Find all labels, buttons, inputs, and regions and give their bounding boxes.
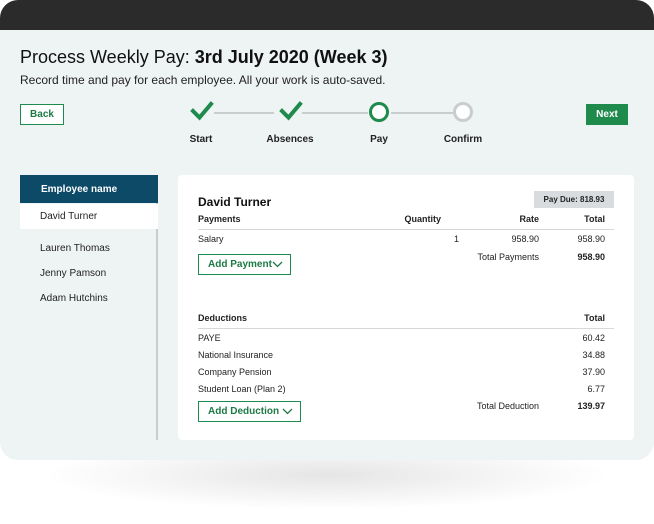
payment-total: 958.90 — [577, 234, 605, 244]
step-label-confirm[interactable]: Confirm — [423, 134, 503, 145]
deduction-item: Student Loan (Plan 2) — [198, 384, 286, 394]
sidebar-item-lauren-thomas[interactable]: Lauren Thomas — [20, 236, 158, 261]
next-button[interactable]: Next — [586, 104, 628, 125]
step-pay-current-icon[interactable] — [369, 102, 389, 122]
pay-due-badge: Pay Due: 818.93 — [534, 191, 614, 208]
deduction-item: National Insurance — [198, 350, 274, 360]
total-payments-label: Total Payments — [477, 252, 539, 262]
employee-name: David Turner — [198, 195, 272, 209]
total-payments-value: 958.90 — [577, 252, 605, 262]
rate-header: Rate — [519, 214, 539, 224]
payment-rate: 958.90 — [511, 234, 539, 244]
deduction-total: 34.88 — [582, 350, 605, 360]
deductions-divider — [198, 328, 614, 329]
add-deduction-button[interactable]: Add Deduction — [198, 401, 301, 422]
deduction-total: 6.77 — [587, 384, 605, 394]
sidebar-item-david-turner[interactable]: David Turner — [20, 204, 158, 229]
chevron-down-icon — [272, 261, 283, 268]
step-confirm-pending-icon[interactable] — [453, 102, 473, 122]
chevron-down-icon — [282, 408, 293, 415]
deduction-item: PAYE — [198, 333, 221, 343]
step-label-absences[interactable]: Absences — [250, 134, 330, 145]
sidebar-header: Employee name — [20, 175, 158, 203]
add-payment-label: Add Payment — [208, 259, 272, 270]
app-window: Process Weekly Pay: 3rd July 2020 (Week … — [0, 0, 654, 460]
payments-divider — [198, 229, 614, 230]
total-deduction-label: Total Deduction — [476, 401, 539, 411]
payment-item: Salary — [198, 234, 224, 244]
title-bar — [0, 0, 654, 30]
sidebar-item-jenny-pamson[interactable]: Jenny Pamson — [20, 261, 158, 286]
deductions-header: Deductions — [198, 313, 248, 323]
page-subtitle: Record time and pay for each employee. A… — [20, 73, 386, 87]
quantity-header: Quantity — [404, 214, 441, 224]
step-connector — [391, 112, 453, 114]
total-deduction-value: 139.97 — [577, 401, 605, 411]
payments-total-header: Total — [584, 214, 605, 224]
pay-panel: David Turner Pay Due: 818.93 Payments Qu… — [178, 175, 634, 440]
payments-header: Payments — [198, 214, 241, 224]
payment-quantity: 1 — [453, 234, 459, 244]
add-payment-button[interactable]: Add Payment — [198, 254, 291, 275]
deduction-item: Company Pension — [198, 367, 272, 377]
add-deduction-label: Add Deduction — [208, 406, 280, 417]
deduction-total: 37.90 — [582, 367, 605, 377]
page-title-date: 3rd July 2020 (Week 3) — [194, 47, 388, 67]
step-start-check-icon[interactable] — [190, 100, 214, 122]
page-title-prefix: Process Weekly Pay: — [20, 47, 195, 67]
step-connector — [214, 112, 274, 114]
page-title: Process Weekly Pay: 3rd July 2020 (Week … — [20, 47, 388, 68]
sidebar-item-adam-hutchins[interactable]: Adam Hutchins — [20, 286, 158, 311]
back-button[interactable]: Back — [20, 104, 64, 125]
step-connector — [302, 112, 368, 114]
step-label-start[interactable]: Start — [161, 134, 241, 145]
step-label-pay[interactable]: Pay — [339, 134, 419, 145]
deductions-total-header: Total — [584, 313, 605, 323]
deduction-total: 60.42 — [582, 333, 605, 343]
step-absences-check-icon[interactable] — [279, 100, 303, 122]
employee-sidebar: Employee name David Turner Lauren Thomas… — [20, 175, 158, 440]
